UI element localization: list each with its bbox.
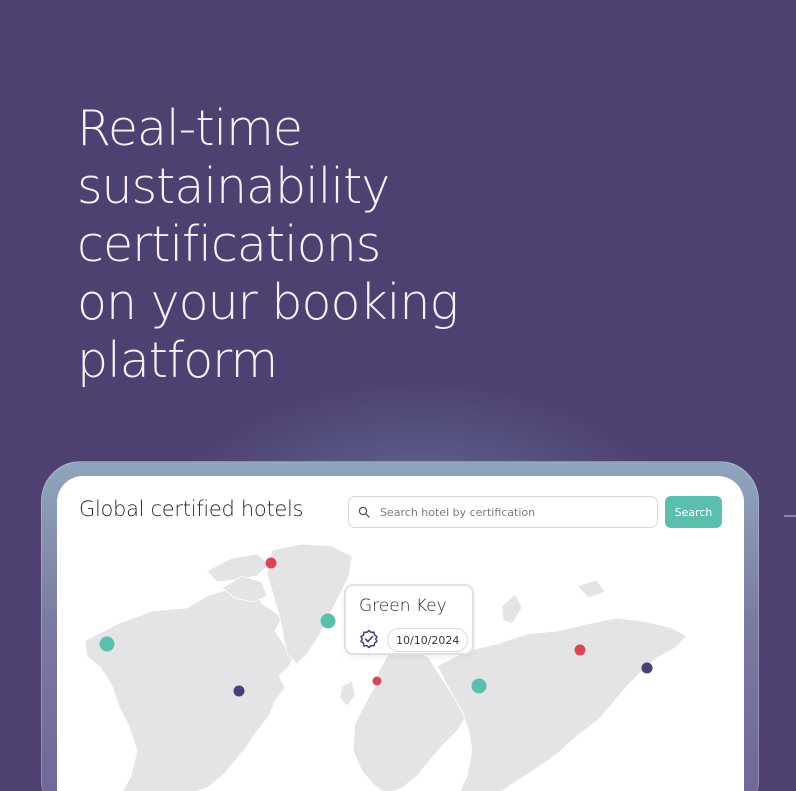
popup-title: Green Key — [359, 596, 447, 616]
hero-line-3: certifications — [77, 216, 381, 273]
map-panel: Global certified hotels Search hotel by … — [57, 476, 744, 791]
arctic-islands-shape — [206, 553, 270, 583]
hero-line-4: on your booking — [77, 274, 459, 331]
page: Real-time sustainability certifications … — [0, 0, 796, 791]
world-map — [84, 543, 688, 791]
search-input[interactable] — [380, 505, 640, 519]
popup-date: 10/10/2024 — [387, 628, 469, 652]
marker-canada — [233, 685, 245, 697]
marker-far-east — [641, 662, 653, 674]
severnaya-shape — [576, 579, 606, 599]
asia-shape — [436, 617, 688, 791]
certification-popup[interactable]: Green Key 10/10/2024 — [344, 584, 474, 655]
hero-line-1: Real-time — [77, 100, 303, 157]
marker-greenland-north — [265, 557, 277, 569]
marker-scandinavia — [372, 676, 382, 686]
decorative-edge-line — [784, 515, 796, 517]
land-masses — [84, 543, 688, 791]
marker-russia-west — [471, 678, 487, 694]
hero-line-2: sustainability — [77, 158, 390, 215]
marker-greenland-east — [320, 613, 336, 629]
north-america-shape — [84, 587, 296, 791]
panel-title: Global certified hotels — [79, 497, 304, 521]
search-field[interactable] — [348, 496, 658, 528]
hero-headline: Real-time sustainability certifications … — [77, 100, 537, 390]
search-icon — [358, 505, 372, 519]
novaya-zemlya-shape — [501, 593, 523, 625]
search-button[interactable]: Search — [665, 496, 722, 528]
verified-badge-icon — [359, 629, 379, 649]
uk-shape — [339, 680, 356, 707]
marker-alaska — [99, 636, 115, 652]
marker-siberia — [574, 644, 586, 656]
